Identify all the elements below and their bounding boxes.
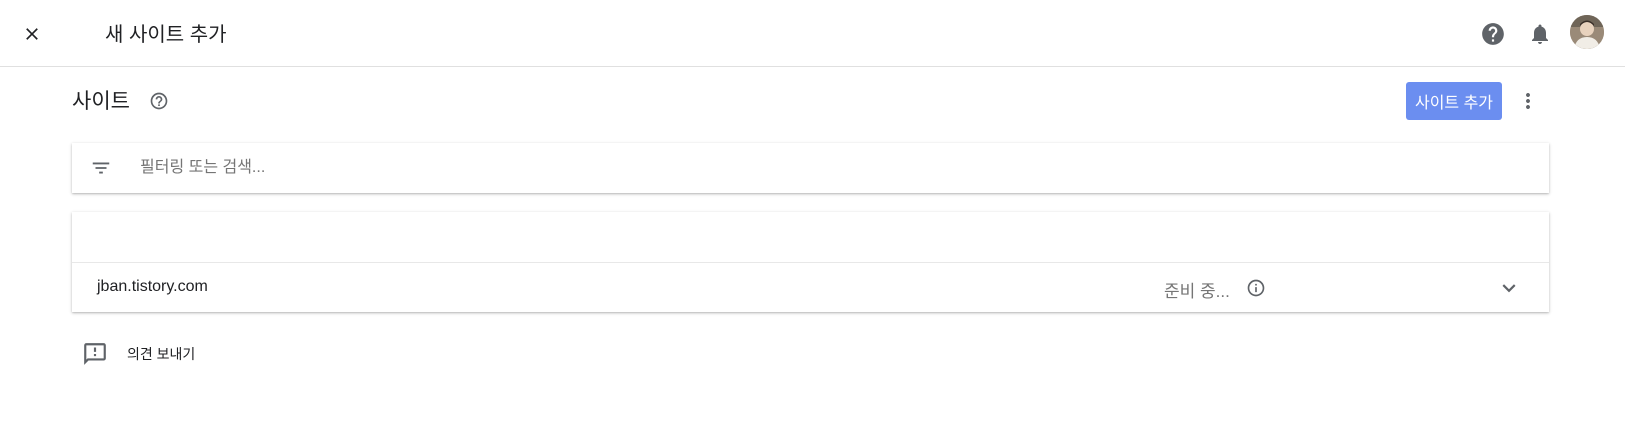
filter-button[interactable] [90,157,112,179]
more-vert-icon [1526,93,1530,109]
expand-row-button[interactable] [1496,275,1522,301]
top-app-bar: 새 사이트 추가 [0,0,1625,67]
search-input[interactable] [140,151,1520,185]
info-icon [1247,279,1265,297]
sites-list: jban.tistory.com 준비 중... [72,212,1549,312]
feedback-icon [80,339,110,369]
site-row[interactable]: jban.tistory.com 준비 중... [72,263,1549,312]
help-outline-icon [150,92,168,110]
notifications-button[interactable] [1522,16,1558,52]
filter-icon [92,162,110,174]
site-domain: jban.tistory.com [97,278,208,295]
help-button[interactable] [1475,16,1511,52]
feedback-label: 의견 보내기 [127,346,196,362]
help-circle-icon [1482,23,1504,45]
status-info-button[interactable] [1246,278,1266,298]
chevron-down-icon [1502,284,1516,293]
more-options-button[interactable] [1514,86,1542,116]
bell-icon [1532,24,1548,44]
user-avatar[interactable] [1570,15,1604,49]
close-button[interactable] [14,16,50,52]
site-status: 준비 중... [1164,282,1230,301]
send-feedback-button[interactable]: 의견 보내기 [80,338,195,370]
add-site-button[interactable]: 사이트 추가 [1406,82,1502,120]
search-bar [72,143,1549,193]
section-help-button[interactable] [149,91,169,111]
avatar-image [1570,15,1604,49]
close-icon [26,28,38,40]
section-title: 사이트 [72,90,130,113]
page-title: 새 사이트 추가 [105,24,227,46]
